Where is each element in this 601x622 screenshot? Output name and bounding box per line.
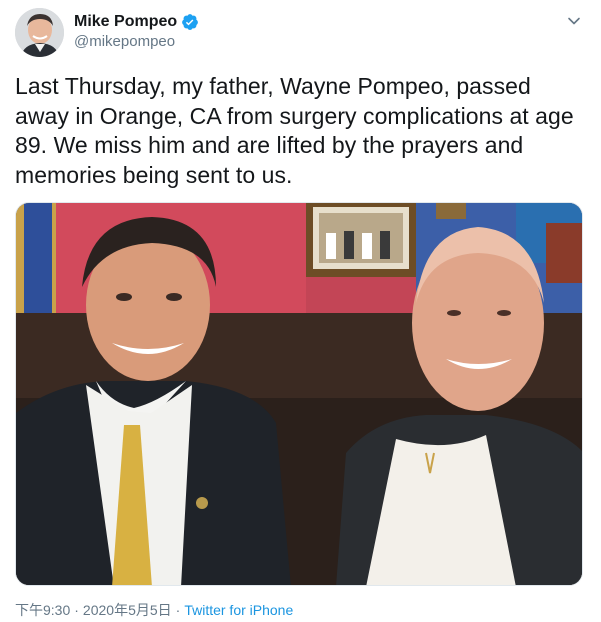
tweet-text: Last Thursday, my father, Wayne Pompeo, … [15, 73, 574, 188]
tweet-time[interactable]: 下午9:30 [15, 602, 70, 618]
author-display-name[interactable]: Mike Pompeo [74, 12, 177, 32]
tweet-card: Mike Pompeo @mikepompeo Last Thursday, m… [0, 0, 601, 622]
meta-separator-2: · [175, 602, 181, 618]
author-handle[interactable]: @mikepompeo [74, 33, 175, 51]
verified-badge-icon [181, 13, 199, 31]
avatar[interactable] [15, 8, 64, 57]
author-name-row[interactable]: Mike Pompeo [74, 11, 199, 33]
tweet-meta: 下午9:30 · 2020年5月5日 · Twitter for iPhone [15, 601, 293, 619]
meta-separator: · [74, 602, 79, 618]
tweet-photo[interactable] [15, 202, 583, 586]
tweet-date[interactable]: 2020年5月5日 [83, 602, 172, 618]
chevron-down-icon[interactable] [565, 12, 583, 30]
tweet-source-link[interactable]: Twitter for iPhone [184, 602, 293, 618]
